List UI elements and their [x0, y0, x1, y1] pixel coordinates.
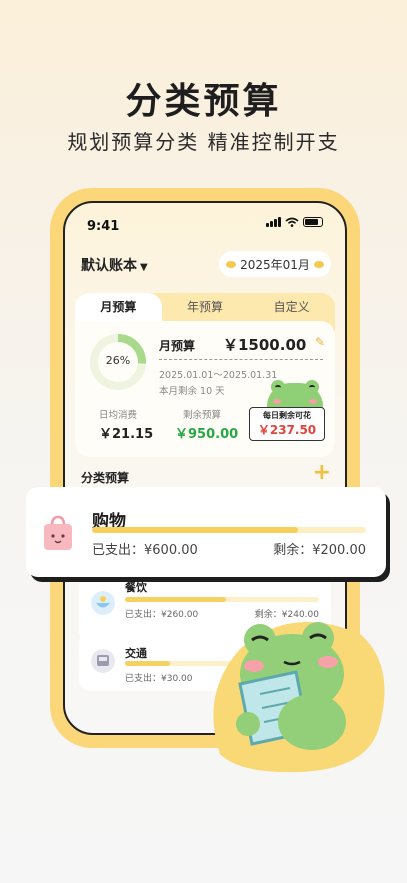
month-selector[interactable]: 2025年01月: [219, 251, 331, 277]
hero-subtitle: 规划预算分类 精准控制开支: [67, 130, 340, 154]
divider: [159, 359, 323, 360]
tab-yearly[interactable]: 年预算: [162, 293, 249, 321]
budget-date-range: 2025.01.01～2025.01.31: [159, 370, 278, 381]
daily-available-sign: 每日剩余可花 ￥237.50: [249, 407, 325, 441]
tab-custom[interactable]: 自定义: [248, 293, 335, 321]
bus-icon: [91, 649, 115, 673]
category-budget-title: 分类预算: [81, 471, 130, 485]
daily-available-value: ￥237.50: [257, 423, 317, 437]
daily-avg-label: 日均消费: [99, 410, 138, 421]
category-spent: 已支出：¥260.00: [125, 610, 199, 620]
status-time: 9:41: [87, 219, 120, 234]
remaining-budget-label: 剩余预算: [183, 410, 222, 421]
hero-title: 分类预算: [125, 81, 282, 122]
shopping-bag-icon: [44, 515, 72, 550]
account-name: 默认账本: [81, 258, 137, 274]
category-spent: 已支出：¥30.00: [125, 674, 193, 684]
monthly-budget-amount: ￥1500.00: [223, 336, 307, 354]
category-name: 餐饮: [125, 581, 147, 594]
remaining-budget-value: ￥950.00: [175, 427, 239, 442]
daily-avg-value: ￥21.15: [99, 427, 154, 442]
battery-icon: [303, 217, 323, 227]
next-month-icon[interactable]: [314, 260, 324, 268]
tab-monthly[interactable]: 月预算: [75, 293, 162, 321]
frog-sign-mascot: 每日剩余可花 ￥237.50: [249, 380, 333, 441]
category-remaining: 剩余：¥200.00: [273, 543, 366, 558]
budget-percent: 26%: [105, 354, 131, 367]
caret-down-icon: ▼: [140, 262, 148, 273]
account-selector[interactable]: 默认账本 ▼: [81, 255, 148, 275]
category-card-shopping[interactable]: 购物 已支出：¥600.00 剩余：¥200.00: [26, 487, 386, 577]
month-label: 2025年01月: [240, 257, 310, 272]
daily-available-label: 每日剩余可花: [263, 411, 311, 420]
budget-tabs: 月预算 年预算 自定义: [75, 293, 335, 321]
wifi-icon: [285, 217, 299, 227]
category-progress: [92, 527, 366, 533]
edit-pencil-icon[interactable]: ✎: [315, 335, 325, 349]
status-bar: 9:41: [87, 215, 323, 235]
monthly-budget-label: 月预算: [159, 339, 196, 353]
add-category-icon[interactable]: +: [313, 462, 331, 484]
prev-month-icon[interactable]: [226, 260, 236, 268]
signal-icon: [266, 217, 281, 227]
category-spent: 已支出：¥600.00: [92, 543, 198, 558]
remaining-days: 本月剩余 10 天: [159, 386, 225, 397]
food-bowl-icon: [91, 591, 115, 615]
category-name: 交通: [125, 647, 147, 660]
category-progress: [125, 597, 319, 602]
frog-reading-mascot: [213, 622, 385, 773]
